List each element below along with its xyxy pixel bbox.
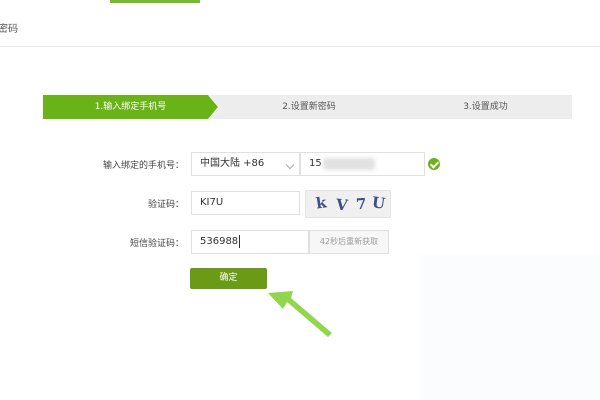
arrow-pointer-icon: [268, 291, 332, 337]
